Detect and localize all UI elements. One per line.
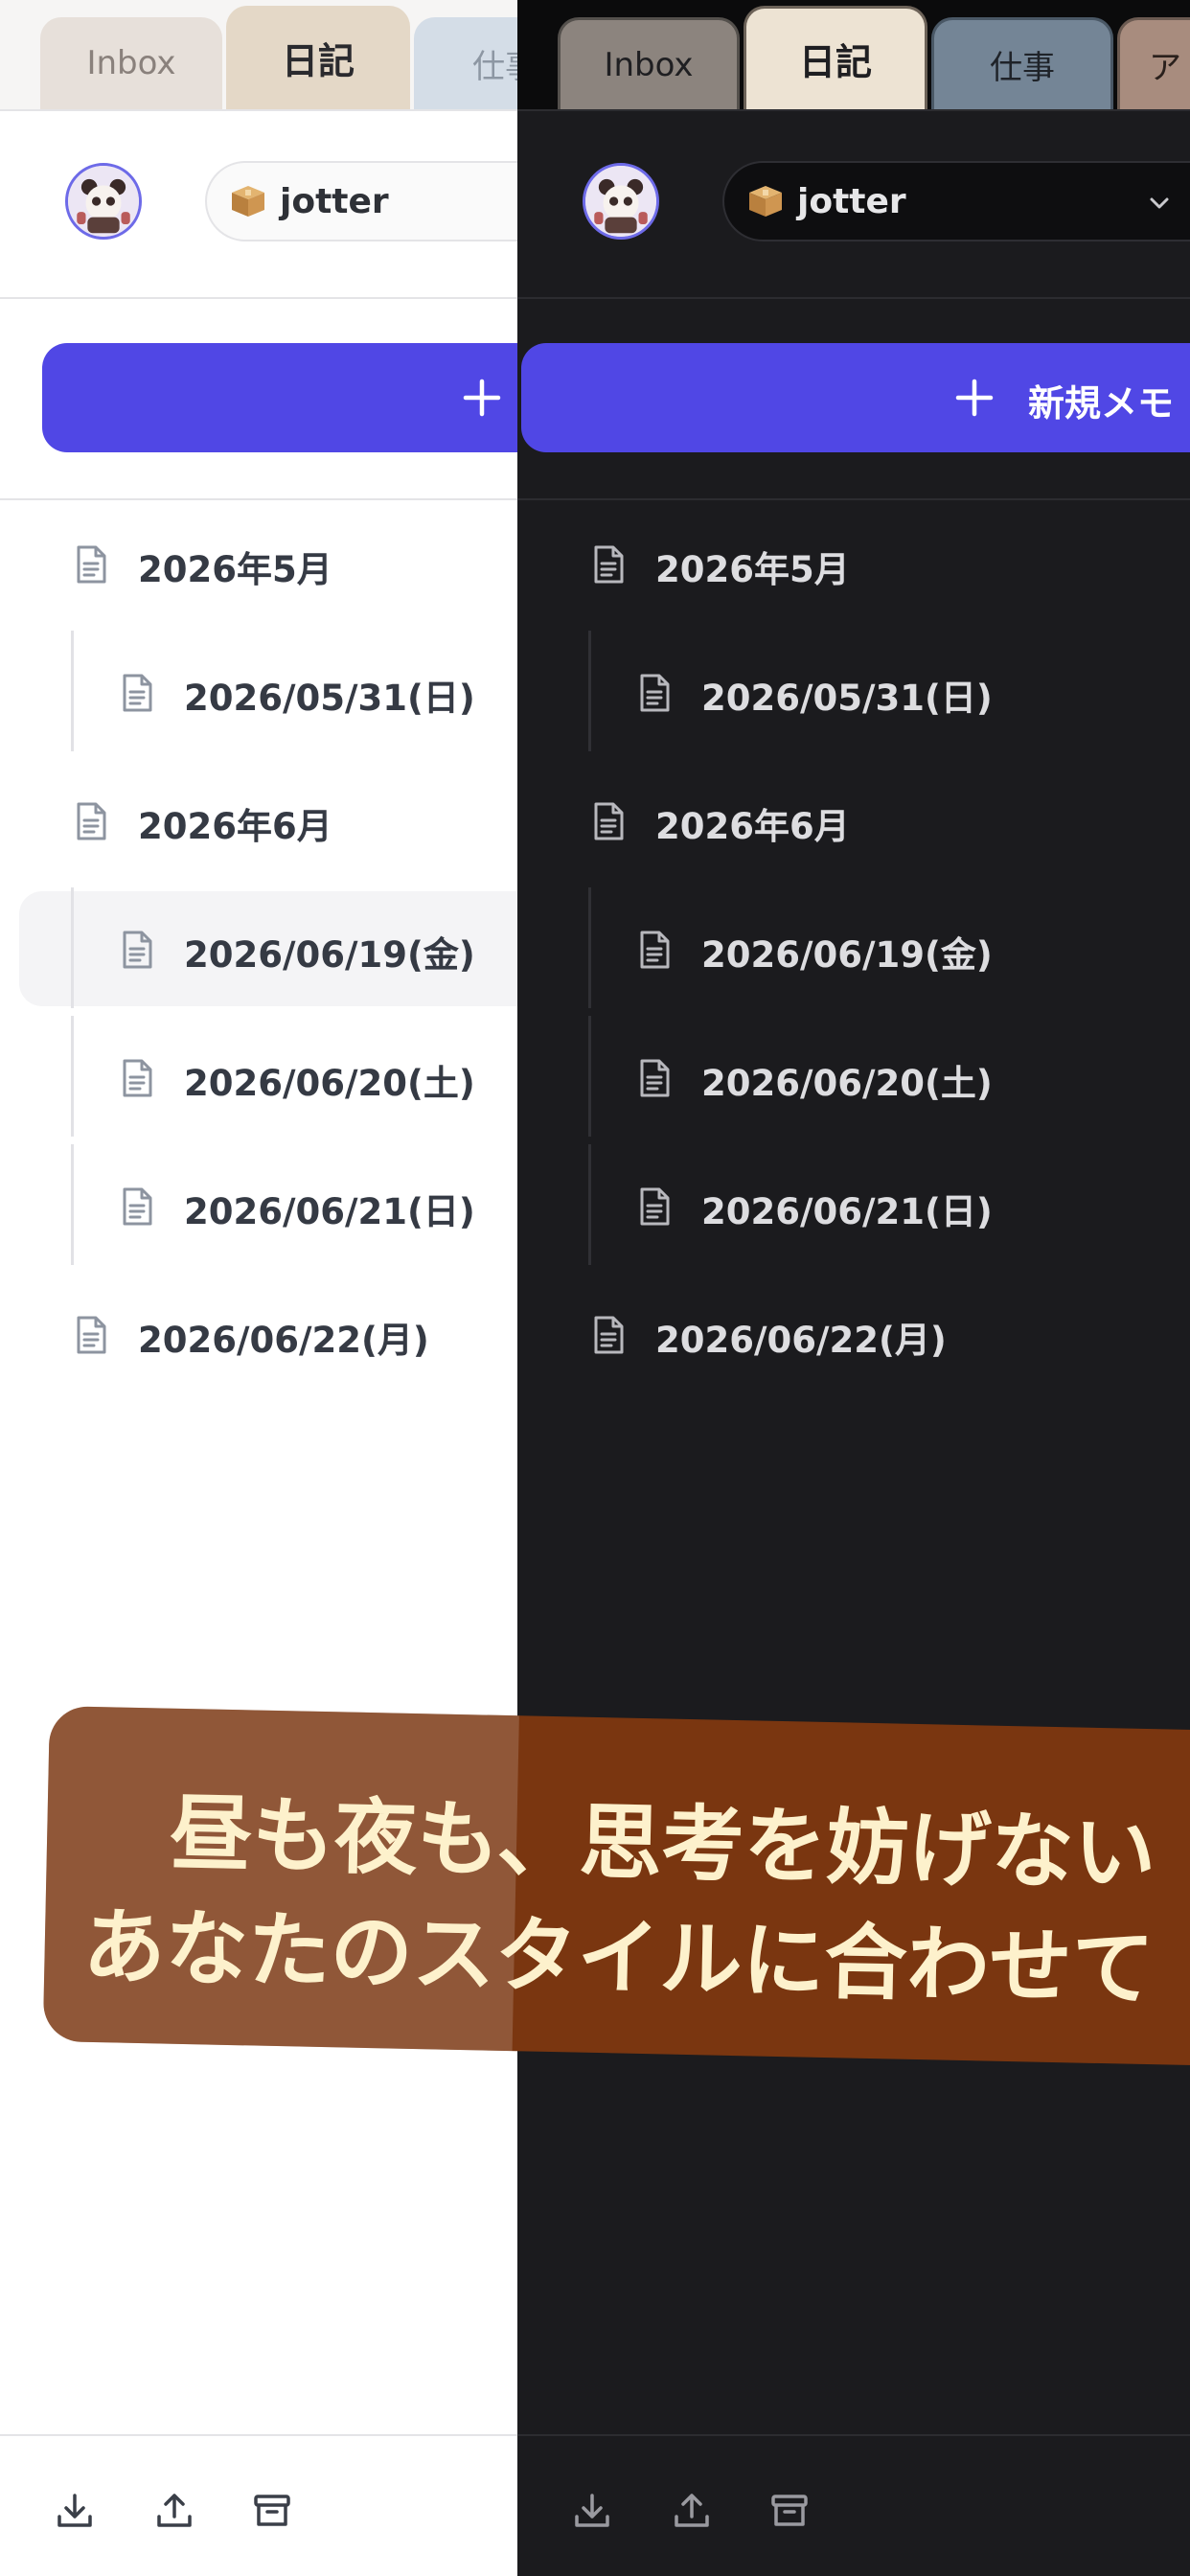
document-icon bbox=[638, 930, 671, 970]
avatar[interactable] bbox=[65, 163, 142, 240]
tree-item-label: 2026/06/20(土) bbox=[701, 1063, 993, 1104]
document-icon bbox=[592, 801, 625, 841]
banner-line-2: あなたのスタイルに合わせて bbox=[81, 1898, 1156, 2018]
tree-folder[interactable]: 2026年5月 bbox=[0, 502, 517, 623]
document-icon bbox=[592, 544, 625, 585]
new-memo-button[interactable]: 新規メモ bbox=[42, 343, 517, 452]
upload-icon[interactable] bbox=[153, 2490, 195, 2532]
header: jotter bbox=[0, 111, 517, 299]
footer-toolbar bbox=[0, 2434, 517, 2576]
tree-item-label: 2026年6月 bbox=[138, 806, 332, 847]
tree-item[interactable]: 2026/06/20(土) bbox=[517, 1016, 1190, 1137]
archive-icon[interactable] bbox=[768, 2490, 811, 2532]
divider bbox=[0, 498, 517, 500]
package-icon bbox=[232, 186, 264, 217]
tree-item-label: 2026/06/20(土) bbox=[184, 1063, 475, 1104]
notebook-name: jotter bbox=[797, 181, 906, 221]
tab-bar: Inbox 日記 仕事 bbox=[0, 0, 517, 111]
document-icon bbox=[638, 1186, 671, 1227]
notebook-name: jotter bbox=[280, 181, 389, 221]
tree-guide-line bbox=[71, 1144, 74, 1265]
tree-item-label: 2026/06/22(月) bbox=[138, 1320, 429, 1361]
tab-inbox[interactable]: Inbox bbox=[40, 17, 222, 109]
document-icon bbox=[592, 1315, 625, 1355]
document-icon bbox=[75, 801, 107, 841]
tab-diary[interactable]: 日記 bbox=[226, 6, 410, 109]
tree-guide-line bbox=[71, 1016, 74, 1137]
tree-item-label: 2026/05/31(日) bbox=[701, 678, 993, 719]
tab-work[interactable]: 仕事 bbox=[414, 17, 517, 109]
document-icon bbox=[121, 930, 153, 970]
tree-item[interactable]: 2026/05/31(日) bbox=[0, 631, 517, 751]
dark-theme-panel: Inbox 日記 仕事 ア jotter 新規メモ 2026年5月 2026/05… bbox=[517, 0, 1190, 2576]
divider bbox=[517, 498, 1190, 500]
tree-folder[interactable]: 2026/06/22(月) bbox=[517, 1273, 1190, 1393]
tree-item-label: 2026/06/21(日) bbox=[701, 1191, 993, 1232]
avatar[interactable] bbox=[583, 163, 659, 240]
tree-folder[interactable]: 2026年6月 bbox=[517, 759, 1190, 880]
plus-icon bbox=[463, 379, 501, 417]
tree-item-label: 2026年6月 bbox=[655, 806, 850, 847]
tree-item-label: 2026/06/22(月) bbox=[655, 1320, 947, 1361]
light-theme-panel: Inbox 日記 仕事 jotter 新規メモ 2026年5月 2026/05/3… bbox=[0, 0, 517, 2576]
tab-diary[interactable]: 日記 bbox=[744, 6, 927, 109]
document-icon bbox=[121, 1186, 153, 1227]
tree-guide-line bbox=[588, 1016, 591, 1137]
tree-item[interactable]: 2026/06/21(日) bbox=[0, 1144, 517, 1265]
document-icon bbox=[75, 1315, 107, 1355]
footer-toolbar bbox=[517, 2434, 1190, 2576]
archive-icon[interactable] bbox=[251, 2490, 293, 2532]
tree-item[interactable]: 2026/06/19(金) bbox=[517, 887, 1190, 1008]
tree-item[interactable]: 2026/06/19(金) bbox=[0, 887, 517, 1008]
tab-inbox[interactable]: Inbox bbox=[558, 17, 740, 109]
tab-bar: Inbox 日記 仕事 ア bbox=[517, 0, 1190, 111]
header: jotter bbox=[517, 111, 1190, 299]
tree-guide-line bbox=[588, 1144, 591, 1265]
download-icon[interactable] bbox=[571, 2490, 613, 2532]
tree-folder[interactable]: 2026年5月 bbox=[517, 502, 1190, 623]
tree-folder[interactable]: 2026年6月 bbox=[0, 759, 517, 880]
promo-banner: 昼も夜も、思考を妨げない あなたのスタイルに合わせて bbox=[42, 1706, 1190, 2066]
tree-item-label: 2026/06/21(日) bbox=[184, 1191, 475, 1232]
document-icon bbox=[121, 673, 153, 713]
tree-folder[interactable]: 2026/06/22(月) bbox=[0, 1273, 517, 1393]
upload-icon[interactable] bbox=[671, 2490, 713, 2532]
tree-item-label: 2026年5月 bbox=[138, 549, 332, 590]
notebook-selector[interactable]: jotter bbox=[205, 161, 517, 242]
chevron-down-icon bbox=[1150, 197, 1169, 209]
tree-item-label: 2026年5月 bbox=[655, 549, 850, 590]
tab-work[interactable]: 仕事 bbox=[931, 17, 1113, 109]
notebook-selector[interactable]: jotter bbox=[722, 161, 1190, 242]
tree-item-label: 2026/05/31(日) bbox=[184, 678, 475, 719]
document-icon bbox=[75, 544, 107, 585]
package-icon bbox=[749, 186, 782, 217]
document-icon bbox=[638, 1058, 671, 1098]
download-icon[interactable] bbox=[54, 2490, 96, 2532]
tree-item[interactable]: 2026/06/20(土) bbox=[0, 1016, 517, 1137]
tree-item-label: 2026/06/19(金) bbox=[701, 934, 993, 976]
tree-guide-line bbox=[588, 631, 591, 751]
plus-icon bbox=[955, 379, 994, 417]
tree-guide-line bbox=[71, 887, 74, 1008]
tree-item[interactable]: 2026/06/21(日) bbox=[517, 1144, 1190, 1265]
tree-guide-line bbox=[71, 631, 74, 751]
tree-item[interactable]: 2026/05/31(日) bbox=[517, 631, 1190, 751]
new-memo-label: 新規メモ bbox=[1028, 382, 1175, 425]
tab-more[interactable]: ア bbox=[1117, 17, 1190, 109]
document-icon bbox=[638, 673, 671, 713]
new-memo-button[interactable]: 新規メモ bbox=[521, 343, 1190, 452]
tree-item-label: 2026/06/19(金) bbox=[184, 934, 475, 976]
tree-guide-line bbox=[588, 887, 591, 1008]
document-icon bbox=[121, 1058, 153, 1098]
